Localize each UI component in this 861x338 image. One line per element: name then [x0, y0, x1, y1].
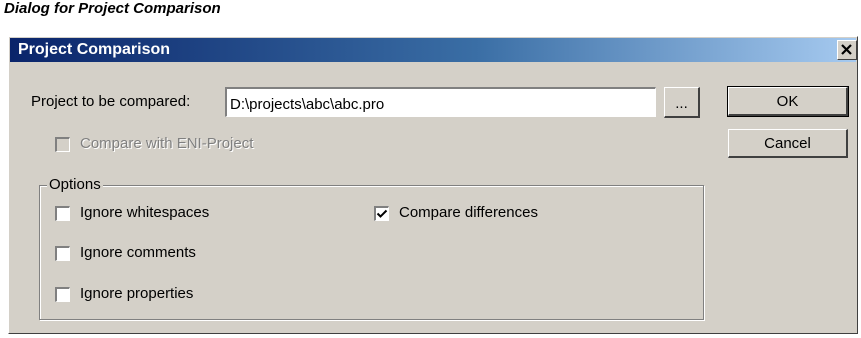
ok-button[interactable]: OK	[727, 86, 849, 117]
ignore-properties-label: Ignore properties	[80, 285, 194, 302]
close-button[interactable]	[837, 40, 857, 60]
ignore-whitespaces-checkbox[interactable]	[55, 206, 70, 221]
title-bar: Project Comparison	[10, 38, 857, 62]
project-comparison-dialog: Project Comparison Project to be compare…	[8, 36, 858, 334]
close-icon	[841, 44, 852, 55]
project-to-compare-label: Project to be compared:	[31, 93, 191, 110]
ignore-comments-checkbox[interactable]	[55, 246, 70, 261]
ignore-properties-checkbox[interactable]	[55, 287, 70, 302]
checkmark-icon	[376, 209, 388, 218]
ignore-whitespaces-label: Ignore whitespaces	[80, 204, 210, 221]
dialog-title: Project Comparison	[18, 41, 171, 58]
ignore-comments-label: Ignore comments	[80, 244, 196, 261]
browse-button[interactable]: ...	[664, 87, 700, 118]
compare-eni-label: Compare with ENI-Project	[80, 135, 254, 152]
compare-differences-label: Compare differences	[399, 204, 538, 221]
figure-caption: Dialog for Project Comparison	[4, 0, 221, 17]
cancel-button[interactable]: Cancel	[728, 129, 848, 158]
project-path-input[interactable]	[225, 87, 656, 117]
options-legend: Options	[47, 176, 103, 193]
compare-eni-checkbox[interactable]	[55, 137, 70, 152]
compare-differences-checkbox[interactable]	[374, 206, 389, 221]
